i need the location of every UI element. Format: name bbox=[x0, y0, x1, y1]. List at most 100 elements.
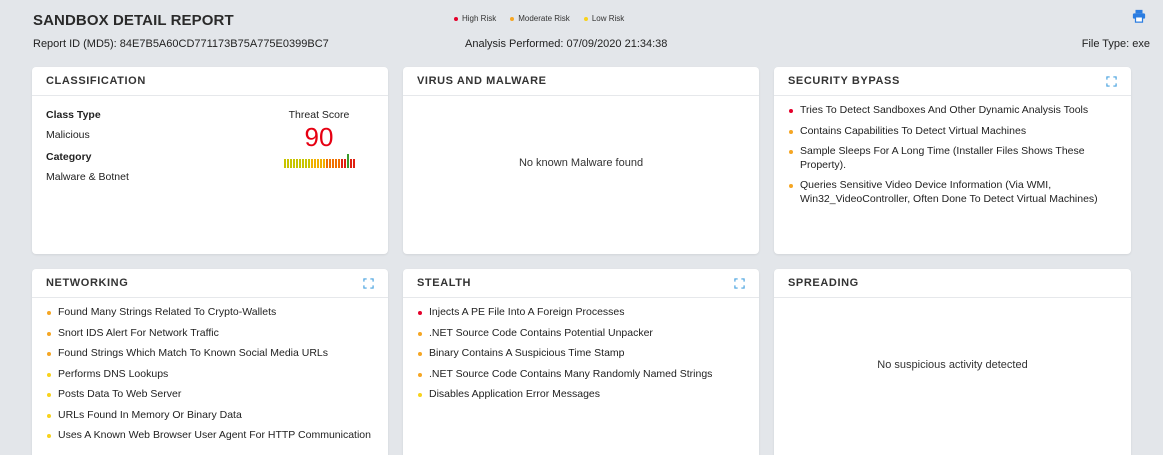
threat-score-value: 90 bbox=[304, 122, 334, 152]
list-item-text: Performs DNS Lookups bbox=[58, 367, 169, 380]
list-item-text: Uses A Known Web Browser User Agent For … bbox=[58, 429, 371, 441]
report-page: SANDBOX DETAIL REPORT High Risk Moderate… bbox=[20, 0, 1150, 455]
report-title: SANDBOX DETAIL REPORT bbox=[33, 12, 234, 29]
legend-item-low: Low Risk bbox=[583, 14, 624, 23]
gauge-segment bbox=[334, 159, 337, 168]
list-item: Sample Sleeps For A Long Time (Installer… bbox=[788, 145, 1117, 172]
list-item: Disables Application Error Messages bbox=[417, 388, 745, 402]
spreading-card: SPREADING No suspicious activity detecte… bbox=[774, 269, 1131, 455]
expand-icon[interactable] bbox=[734, 277, 745, 289]
no-activity-message: No suspicious activity detected bbox=[877, 359, 1028, 371]
card-title: NETWORKING bbox=[46, 277, 129, 289]
analysis-timestamp: Analysis Performed: 07/09/2020 21:34:38 bbox=[465, 38, 668, 50]
moderate-risk-dot-icon bbox=[510, 16, 515, 21]
list-item-text: Binary Contains A Suspicious Time Stamp bbox=[429, 347, 625, 359]
list-item-text: Disables Application Error Messages bbox=[429, 388, 600, 400]
gauge-segment bbox=[313, 159, 316, 168]
gauge-segment bbox=[283, 159, 286, 168]
gauge-segment bbox=[340, 159, 343, 168]
low-risk-bullet-icon bbox=[47, 413, 51, 418]
expand-icon[interactable] bbox=[1106, 75, 1117, 87]
list-item-text: Sample Sleeps For A Long Time (Installer… bbox=[800, 145, 1085, 171]
moderate-risk-bullet-icon bbox=[47, 311, 51, 315]
card-body: Tries To Detect Sandboxes And Other Dyna… bbox=[774, 96, 1131, 221]
moderate-risk-bullet-icon bbox=[47, 331, 51, 336]
gauge-segment bbox=[349, 159, 352, 168]
list-item: Found Many Strings Related To Crypto-Wal… bbox=[46, 306, 374, 320]
legend-item-high: High Risk bbox=[454, 14, 496, 23]
gauge-segment bbox=[322, 159, 325, 168]
low-risk-bullet-icon bbox=[47, 393, 51, 397]
moderate-risk-bullet-icon bbox=[789, 184, 793, 188]
threat-score-panel: Threat Score 90 bbox=[276, 109, 362, 168]
list-item: Contains Capabilities To Detect Virtual … bbox=[788, 125, 1117, 139]
list-item: Injects A PE File Into A Foreign Process… bbox=[417, 306, 745, 320]
gauge-segment bbox=[298, 159, 301, 168]
gauge-segment bbox=[316, 159, 319, 168]
high-risk-bullet-icon bbox=[418, 311, 422, 315]
high-risk-bullet-icon bbox=[789, 109, 793, 113]
legend-item-moderate: Moderate Risk bbox=[510, 14, 570, 23]
card-body: Found Many Strings Related To Crypto-Wal… bbox=[32, 298, 388, 455]
security-bypass-card: SECURITY BYPASS Tries To Detect Sandboxe… bbox=[774, 67, 1131, 254]
threat-gauge bbox=[276, 154, 362, 168]
classification-card: CLASSIFICATION Class Type Malicious Cate… bbox=[32, 67, 388, 254]
low-risk-dot-icon bbox=[583, 16, 588, 21]
card-title: VIRUS AND MALWARE bbox=[417, 75, 547, 87]
low-risk-bullet-icon bbox=[418, 393, 422, 397]
gauge-segment bbox=[289, 159, 292, 168]
list-item: Uses A Known Web Browser User Agent For … bbox=[46, 429, 374, 443]
list-item-text: Queries Sensitive Video Device Informati… bbox=[800, 179, 1098, 205]
gauge-segment bbox=[295, 159, 298, 168]
gauge-segment bbox=[286, 159, 289, 168]
gauge-segment bbox=[310, 159, 313, 168]
card-title: SECURITY BYPASS bbox=[788, 75, 900, 87]
low-risk-bullet-icon bbox=[47, 434, 51, 438]
virus-malware-card: VIRUS AND MALWARE No known Malware found bbox=[403, 67, 759, 254]
moderate-risk-bullet-icon bbox=[789, 150, 793, 154]
list-item-text: Tries To Detect Sandboxes And Other Dyna… bbox=[800, 104, 1089, 116]
gauge-segment bbox=[304, 159, 307, 168]
gauge-segment bbox=[328, 159, 331, 168]
gauge-segment bbox=[325, 159, 328, 168]
list-item-text: Contains Capabilities To Detect Virtual … bbox=[800, 124, 1027, 137]
card-title: SPREADING bbox=[788, 277, 859, 289]
networking-card: NETWORKING Found Many Strings Related To… bbox=[32, 269, 388, 455]
category-value: Malware & Botnet bbox=[46, 171, 129, 183]
list-item: .NET Source Code Contains Potential Unpa… bbox=[417, 327, 745, 341]
card-header: VIRUS AND MALWARE bbox=[403, 67, 759, 96]
risk-legend: High Risk Moderate Risk Low Risk bbox=[454, 14, 624, 23]
gauge-segment bbox=[352, 159, 355, 168]
gauge-segment bbox=[319, 159, 322, 168]
list-item-text: Snort IDS Alert For Network Traffic bbox=[58, 326, 219, 339]
threat-score-label: Threat Score bbox=[288, 109, 350, 121]
gauge-marker bbox=[346, 154, 349, 168]
list-item: Performs DNS Lookups bbox=[46, 368, 374, 382]
moderate-risk-bullet-icon bbox=[418, 352, 422, 356]
card-header: STEALTH bbox=[403, 269, 759, 298]
networking-list: Found Many Strings Related To Crypto-Wal… bbox=[46, 306, 374, 443]
report-id: Report ID (MD5): 84E7B5A60CD771173B75A77… bbox=[33, 38, 329, 50]
gauge-segment bbox=[301, 159, 304, 168]
card-header: SECURITY BYPASS bbox=[774, 67, 1131, 96]
list-item: URLs Found In Memory Or Binary Data bbox=[46, 409, 374, 423]
list-item-text: .NET Source Code Contains Many Randomly … bbox=[429, 367, 713, 380]
list-item-text: URLs Found In Memory Or Binary Data bbox=[58, 408, 242, 421]
expand-icon[interactable] bbox=[363, 277, 374, 289]
list-item-text: Injects A PE File Into A Foreign Process… bbox=[429, 306, 625, 318]
card-title: CLASSIFICATION bbox=[46, 75, 146, 87]
card-header: NETWORKING bbox=[32, 269, 388, 298]
list-item: Found Strings Which Match To Known Socia… bbox=[46, 347, 374, 361]
stealth-card: STEALTH Injects A PE File Into A Foreign… bbox=[403, 269, 759, 455]
card-body: Injects A PE File Into A Foreign Process… bbox=[403, 298, 759, 417]
print-icon[interactable] bbox=[1132, 9, 1146, 23]
high-risk-dot-icon bbox=[454, 16, 458, 21]
gauge-segment bbox=[331, 159, 334, 168]
card-header: CLASSIFICATION bbox=[32, 67, 388, 96]
list-item: Tries To Detect Sandboxes And Other Dyna… bbox=[788, 104, 1117, 118]
gauge-segment bbox=[307, 159, 310, 168]
list-item-text: Found Many Strings Related To Crypto-Wal… bbox=[58, 306, 277, 318]
list-item: .NET Source Code Contains Many Randomly … bbox=[417, 368, 745, 382]
list-item: Snort IDS Alert For Network Traffic bbox=[46, 327, 374, 341]
list-item: Binary Contains A Suspicious Time Stamp bbox=[417, 347, 745, 361]
